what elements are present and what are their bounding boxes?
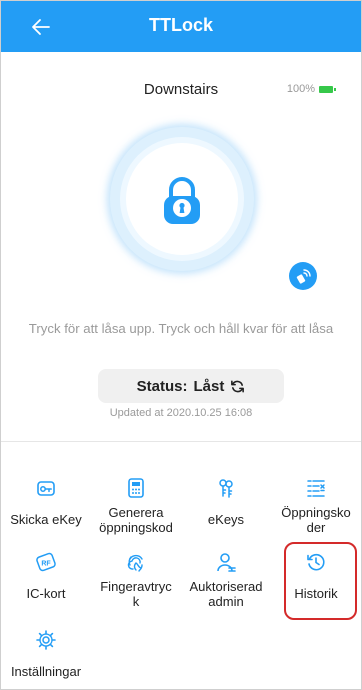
page-title: TTLock xyxy=(148,15,213,35)
menu-item-label: Skicka eKey xyxy=(10,512,82,527)
calculator-icon xyxy=(91,477,181,499)
menu-item-label: Fingeravtryc k xyxy=(100,579,172,609)
status-bar: Status: Låst xyxy=(98,369,284,403)
rf-card-icon: RF xyxy=(1,551,91,573)
svg-text:RF: RF xyxy=(41,561,51,568)
section-divider xyxy=(1,441,361,442)
menu-item-label: Inställningar xyxy=(10,664,82,679)
battery-level: 100% xyxy=(286,83,315,95)
app-frame: TTLock Downstairs 100% Tryck för att lås… xyxy=(0,0,362,690)
menu-item-label: Generera öppningskod xyxy=(99,505,173,535)
menu-item-ekeys[interactable]: eKeys xyxy=(181,477,271,527)
key-card-icon xyxy=(1,477,91,499)
menu-item-label: IC-kort xyxy=(26,586,66,601)
menu-item-fingerprint[interactable]: Fingeravtryc k xyxy=(91,551,181,609)
unlock-dial[interactable] xyxy=(110,127,254,271)
keys-icon xyxy=(181,477,271,499)
status-label: Status: xyxy=(136,377,188,395)
menu-item-settings[interactable]: Inställningar xyxy=(1,629,91,679)
app-header: TTLock xyxy=(1,1,361,52)
menu-item-send-ekey[interactable]: Skicka eKey xyxy=(1,477,91,527)
refresh-icon[interactable] xyxy=(230,379,245,394)
history-highlight-box xyxy=(284,542,357,620)
battery-icon xyxy=(319,85,336,93)
menu-item-passcodes[interactable]: Öppningsko der xyxy=(271,477,361,535)
menu-item-generate-code[interactable]: Generera öppningskod xyxy=(91,477,181,535)
padlock-icon[interactable] xyxy=(162,177,202,230)
remote-unlock-icon[interactable] xyxy=(289,262,317,290)
fingerprint-icon xyxy=(91,551,181,573)
menu-item-label: Auktoriserad admin xyxy=(189,579,263,609)
updated-timestamp: Updated at 2020.10.25 16:08 xyxy=(109,407,253,419)
menu-item-label: eKeys xyxy=(207,512,245,527)
admin-user-icon xyxy=(181,551,271,573)
passcode-list-icon xyxy=(271,477,361,499)
menu-item-label: Öppningsko der xyxy=(281,505,351,535)
menu-item-ic-card[interactable]: RF IC-kort xyxy=(1,551,91,601)
battery-indicator: 100% xyxy=(286,83,336,95)
settings-gear-icon xyxy=(1,629,91,651)
unlock-hint: Tryck för att låsa upp. Tryck och håll k… xyxy=(28,321,334,336)
status-value: Låst xyxy=(193,377,225,395)
menu-item-authorized-admin[interactable]: Auktoriserad admin xyxy=(181,551,271,609)
